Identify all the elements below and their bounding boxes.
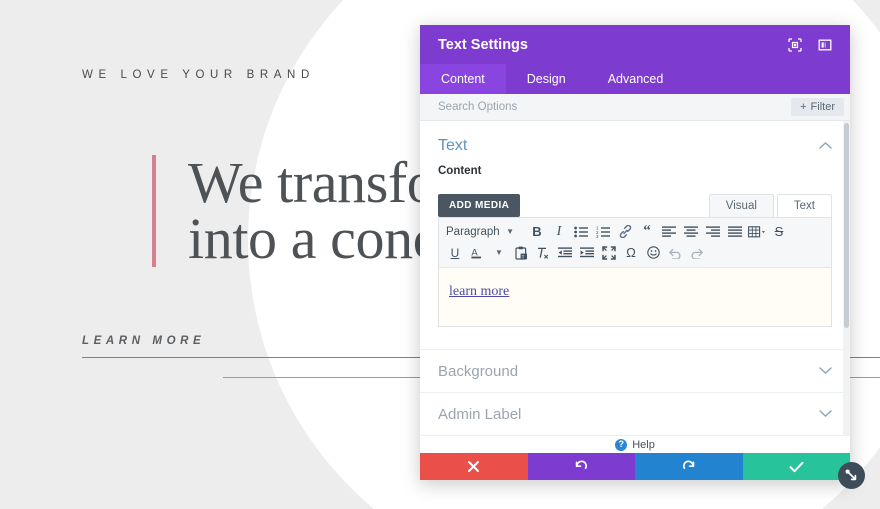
text-section-header[interactable]: Text — [438, 121, 832, 165]
bottom-spacer — [420, 435, 850, 436]
align-center-icon[interactable] — [680, 222, 702, 242]
italic-icon[interactable]: I — [548, 222, 570, 242]
outdent-icon[interactable] — [554, 243, 576, 263]
align-justify-icon[interactable] — [724, 222, 746, 242]
svg-text:3: 3 — [596, 233, 599, 237]
editor-link-learn-more[interactable]: learn more — [449, 284, 509, 299]
clear-formatting-icon[interactable] — [532, 243, 554, 263]
bold-icon[interactable]: B — [526, 222, 548, 242]
bulleted-list-icon[interactable] — [570, 222, 592, 242]
modal-scroll-body: Text Content ADD MEDIA Visual Text Parag… — [420, 121, 850, 436]
strikethrough-icon[interactable]: S — [768, 222, 790, 242]
tab-text[interactable]: Text — [776, 194, 832, 217]
search-options-row: + Filter — [420, 94, 850, 121]
text-settings-modal: Text Settings Content Design Advanced + … — [420, 25, 850, 480]
modal-scrollbar-thumb[interactable] — [844, 123, 849, 328]
help-label[interactable]: Help — [632, 439, 655, 451]
cancel-button[interactable] — [420, 453, 528, 480]
help-row[interactable]: ? Help — [420, 436, 850, 453]
paragraph-format-label: Paragraph — [446, 225, 500, 238]
redo-button[interactable] — [635, 453, 743, 480]
panel-layout-icon[interactable] — [812, 32, 838, 58]
underline-icon[interactable]: U — [444, 243, 466, 263]
save-button[interactable] — [742, 453, 850, 480]
redo-icon[interactable] — [686, 243, 708, 263]
tab-advanced[interactable]: Advanced — [587, 64, 685, 94]
editor-mode-tabs: Visual Text — [708, 194, 832, 217]
modal-title: Text Settings — [438, 36, 528, 53]
chevron-up-icon[interactable] — [819, 137, 832, 155]
paste-as-text-icon[interactable]: T — [510, 243, 532, 263]
chevron-down-icon: ▼ — [506, 227, 514, 236]
headline-accent-bar — [152, 155, 156, 267]
background-section[interactable]: Background — [420, 349, 850, 392]
indent-icon[interactable] — [576, 243, 598, 263]
search-input[interactable] — [438, 101, 792, 113]
paragraph-format-select[interactable]: Paragraph ▼ — [444, 222, 518, 242]
page-eyebrow-text: WE LOVE YOUR BRAND — [82, 69, 315, 81]
modal-scrollbar[interactable] — [843, 121, 850, 436]
editor-top-row: ADD MEDIA Visual Text — [438, 189, 832, 217]
focus-icon[interactable] — [782, 32, 808, 58]
tab-design[interactable]: Design — [506, 64, 587, 94]
chevron-down-icon[interactable] — [819, 405, 832, 423]
numbered-list-icon[interactable]: 1 2 3 — [592, 222, 614, 242]
tab-content[interactable]: Content — [420, 64, 506, 94]
emoji-icon[interactable] — [642, 243, 664, 263]
modal-tab-bar: Content Design Advanced — [420, 64, 850, 94]
align-right-icon[interactable] — [702, 222, 724, 242]
blockquote-icon[interactable]: “ — [636, 222, 658, 242]
text-color-dropdown-icon[interactable]: ▼ — [488, 243, 510, 263]
table-icon[interactable] — [746, 222, 768, 242]
editor-toolbar-row-1: Paragraph ▼ B I 1 2 3 “ S — [444, 221, 826, 242]
page-learn-more-label[interactable]: LEARN MORE — [82, 335, 205, 347]
text-color-icon[interactable]: A — [466, 243, 488, 263]
admin-label-section[interactable]: Admin Label — [420, 392, 850, 435]
plus-icon: + — [800, 101, 807, 113]
background-section-title: Background — [438, 362, 519, 380]
admin-label-section-title: Admin Label — [438, 405, 522, 423]
editor-toolbar-row-2: U A ▼ T Ω — [444, 242, 826, 263]
text-section-title: Text — [438, 137, 468, 154]
link-icon[interactable] — [614, 222, 636, 242]
content-field-label: Content — [438, 165, 482, 177]
resize-handle[interactable] — [838, 462, 865, 489]
editor-toolbar: Paragraph ▼ B I 1 2 3 “ S U A ▼ T Ω — [439, 218, 831, 268]
modal-titlebar: Text Settings — [420, 25, 850, 64]
editor-content-area[interactable]: learn more — [439, 268, 831, 326]
rich-text-editor: Paragraph ▼ B I 1 2 3 “ S U A ▼ T Ω lear… — [438, 217, 832, 327]
undo-button[interactable] — [527, 453, 635, 480]
tab-visual[interactable]: Visual — [708, 194, 774, 217]
add-media-button[interactable]: ADD MEDIA — [438, 194, 521, 217]
fullscreen-icon[interactable] — [598, 243, 620, 263]
help-icon: ? — [615, 438, 628, 451]
chevron-down-icon[interactable] — [819, 362, 832, 380]
special-character-icon[interactable]: Ω — [620, 243, 642, 263]
svg-text:T: T — [521, 254, 524, 259]
text-section: Text Content ADD MEDIA Visual Text Parag… — [420, 121, 850, 327]
undo-icon[interactable] — [664, 243, 686, 263]
filter-button[interactable]: + Filter — [791, 98, 844, 116]
modal-footer — [420, 453, 850, 480]
align-left-icon[interactable] — [658, 222, 680, 242]
filter-button-label: Filter — [810, 101, 835, 113]
